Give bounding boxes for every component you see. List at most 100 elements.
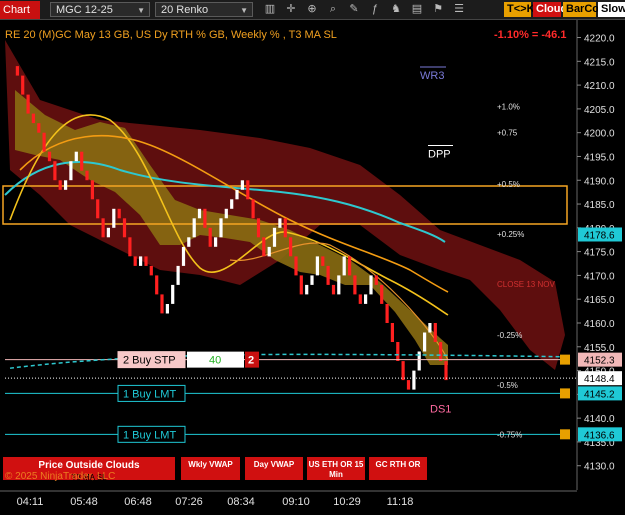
price-tick-label: 4210.0 — [584, 81, 615, 92]
renko-brick — [401, 361, 405, 381]
bottom-button-3[interactable]: US ETH OR 15Min — [307, 457, 365, 480]
strategy-icon[interactable]: ♞ — [389, 2, 403, 17]
renko-brick — [374, 275, 378, 285]
time-tick-label: 04:11 — [17, 496, 44, 508]
percent-label: +1.0% — [497, 103, 520, 112]
renko-brick — [197, 208, 202, 219]
price-chart[interactable]: +1.0% +0.75 +0.5% +0.25% -0.25% -0.5% -0.75% WR… — [0, 20, 625, 490]
time-tick-label: 05:48 — [70, 496, 98, 508]
renko-brick — [181, 246, 186, 266]
properties-icon[interactable]: ☰ — [452, 2, 466, 17]
price-tick-label: 4215.0 — [584, 57, 615, 68]
renko-brick — [348, 256, 352, 276]
template-icon[interactable]: ▤ — [410, 2, 424, 17]
renko-brick — [85, 170, 89, 181]
buy-stp-count: 2 — [248, 355, 254, 367]
renko-brick — [246, 180, 250, 200]
bottom-button-1[interactable]: Wkly VWAP — [181, 457, 240, 480]
dpp-label: DPP — [428, 148, 451, 160]
toggle-barcol[interactable]: BarCol — [563, 2, 602, 17]
renko-brick — [310, 275, 314, 285]
renko-brick — [144, 256, 148, 266]
bottom-button-label: GC RTH OR — [376, 460, 421, 469]
cancel-order-icon — [560, 354, 570, 365]
chart-tab[interactable]: Chart — [0, 1, 40, 19]
percent-label: +0.5% — [497, 180, 520, 189]
renko-brick — [342, 256, 346, 276]
renko-brick — [192, 218, 196, 238]
renko-brick — [219, 218, 223, 238]
renko-brick — [101, 218, 105, 238]
renko-brick — [21, 75, 25, 95]
toggle-slowm[interactable]: SlowM — [598, 2, 625, 17]
percent-label: -0.25% — [497, 331, 522, 340]
magnifier-icon[interactable]: ⌕ — [326, 2, 340, 17]
renko-brick — [80, 151, 84, 171]
price-tick-label: 4130.0 — [584, 462, 615, 473]
renko-brick — [15, 66, 19, 76]
buy-lmt-2-label: 1 Buy LMT — [123, 429, 176, 441]
renko-brick — [122, 218, 127, 238]
renko-brick — [208, 227, 212, 247]
cancel-order-icon — [560, 429, 570, 440]
renko-brick — [406, 380, 411, 390]
price-tick-label: 4175.0 — [584, 248, 615, 259]
toggle-tk[interactable]: T<>K — [504, 2, 535, 17]
renko-brick — [139, 256, 143, 266]
bottom-button-label: Day VWAP — [254, 460, 295, 469]
price-marker-label: 4145.2 — [584, 389, 615, 400]
time-tick-label: 11:18 — [387, 496, 414, 508]
zoom-icon[interactable]: ⊕ — [305, 2, 319, 17]
renko-brick — [74, 151, 78, 162]
price-tick-label: 4190.0 — [584, 176, 615, 187]
percent-label: -0.5% — [497, 381, 518, 390]
chevron-down-icon: ▼ — [240, 6, 248, 15]
renko-brick — [42, 132, 46, 152]
renko-brick — [283, 218, 287, 238]
renko-brick — [289, 237, 293, 257]
chart-type-icon[interactable]: ▥ — [263, 2, 277, 17]
price-tick-label: 4185.0 — [584, 200, 615, 211]
instrument-selector[interactable]: MGC 12-25 ▼ — [50, 2, 150, 17]
renko-brick — [396, 342, 400, 361]
time-tick-label: 10:29 — [333, 496, 361, 508]
renko-brick — [240, 180, 244, 190]
alert-icon[interactable]: ⚑ — [431, 2, 445, 17]
indicators-icon[interactable]: ƒ — [368, 2, 382, 17]
renko-brick — [305, 284, 309, 295]
pnl-label: -1.10% = -46.1 — [494, 29, 566, 41]
period-selector[interactable]: 20 Renko ▼ — [155, 2, 253, 17]
period-value: 20 Renko — [161, 4, 209, 16]
price-tick-label: 4205.0 — [584, 105, 615, 116]
renko-brick — [235, 189, 239, 200]
renko-brick — [117, 208, 121, 219]
renko-brick — [214, 237, 218, 247]
renko-brick — [433, 323, 437, 342]
bottom-button-2[interactable]: Day VWAP — [245, 457, 303, 480]
renko-brick — [390, 323, 394, 342]
time-tick-label: 08:34 — [227, 496, 255, 508]
renko-brick — [155, 275, 159, 295]
renko-brick — [272, 227, 277, 247]
bottom-button-4[interactable]: GC RTH OR — [369, 457, 427, 480]
renko-brick — [428, 323, 432, 333]
renko-brick — [321, 256, 325, 266]
toggle-cloud[interactable]: Cloud — [533, 2, 567, 17]
price-marker-label: 4178.6 — [584, 230, 615, 241]
draw-icon[interactable]: ✎ — [347, 2, 361, 17]
bottom-button-label: Min — [329, 470, 343, 479]
price-marker-label: 4136.6 — [584, 430, 615, 441]
renko-brick — [96, 199, 100, 219]
crosshair-icon[interactable]: ✛ — [284, 2, 298, 17]
percent-label: -0.75% — [497, 430, 522, 439]
chart-title: RE 20 (M)GC May 13 GB, US Dy RTH % GB, W… — [5, 29, 337, 41]
renko-brick — [256, 218, 261, 238]
renko-brick — [112, 208, 116, 228]
percent-label: +0.25% — [497, 230, 524, 239]
renko-brick — [251, 199, 255, 219]
renko-brick — [224, 208, 228, 219]
renko-brick — [165, 304, 169, 314]
renko-brick — [412, 370, 416, 390]
price-marker-label: 4148.4 — [584, 374, 615, 385]
instrument-value: MGC 12-25 — [56, 4, 113, 16]
